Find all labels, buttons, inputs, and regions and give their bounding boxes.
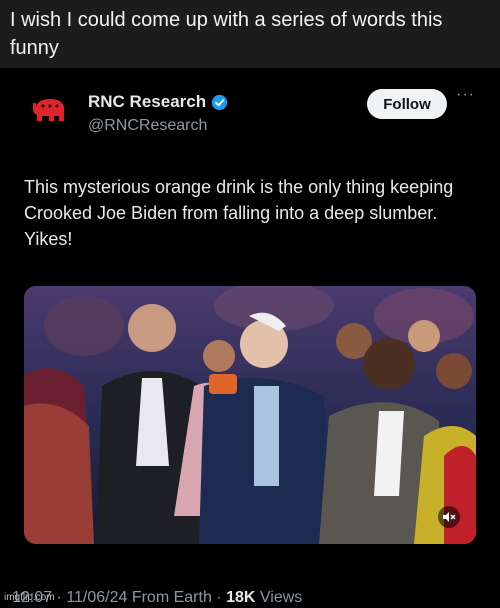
- tweet-card: RNC Research @RNCResearch Follow ··· Thi…: [0, 70, 500, 608]
- verified-badge-icon: [211, 94, 228, 110]
- rnc-elephant-logo-avatar[interactable]: [30, 91, 70, 131]
- more-options-icon[interactable]: ···: [456, 87, 476, 103]
- views-count: 18K: [226, 589, 256, 606]
- tweet-text: This mysterious orange drink is the only…: [24, 177, 454, 249]
- follow-button[interactable]: Follow: [367, 89, 447, 119]
- video-frame: [24, 286, 476, 544]
- author-handle[interactable]: @RNCResearch: [88, 117, 207, 135]
- display-name[interactable]: RNC Research: [88, 92, 206, 112]
- orange-drink: [209, 374, 237, 394]
- tweet-date[interactable]: 11/06/24 From Earth: [66, 589, 212, 606]
- tweet-video[interactable]: [24, 286, 476, 544]
- separator: ·: [216, 589, 222, 606]
- author-name-row[interactable]: RNC Research: [88, 92, 228, 112]
- caption-text: I wish I could come up with a series of …: [10, 9, 443, 59]
- imgflip-watermark: imgflip.com: [4, 592, 55, 603]
- mute-icon[interactable]: [438, 506, 460, 528]
- tweet-metadata: 12:07 · 11/06/24 From Earth · 18K Views: [12, 589, 302, 607]
- views-label: Views: [259, 589, 303, 606]
- separator: ·: [56, 589, 62, 606]
- meme-caption: I wish I could come up with a series of …: [0, 0, 500, 68]
